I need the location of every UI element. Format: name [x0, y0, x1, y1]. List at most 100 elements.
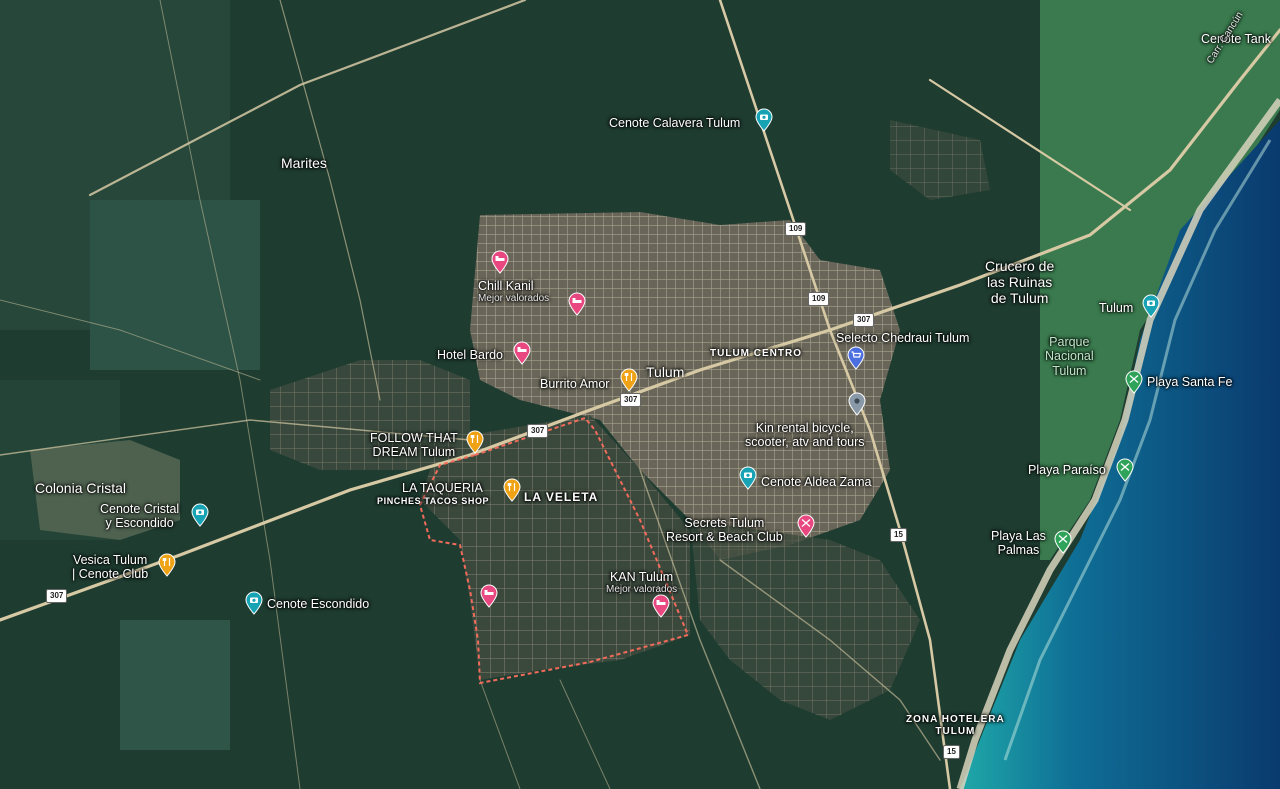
bed-icon: [480, 584, 498, 608]
bed-icon: [491, 250, 509, 274]
colonia-cristal-label[interactable]: Colonia Cristal: [35, 480, 126, 496]
selecto-chedraui-label[interactable]: Selecto Chedraui Tulum: [836, 331, 969, 345]
playa-las-palmas-line: Palmas: [997, 543, 1040, 558]
beach-umbrella-icon: [1054, 530, 1072, 554]
selecto-chedraui-shopping-pin[interactable]: [846, 346, 866, 370]
cenote-aldea-zama-photo-pin[interactable]: [738, 466, 758, 490]
kan-tulum-badge: Mejor valorados: [606, 584, 678, 596]
cenote-escondido-label[interactable]: Cenote Escondido: [267, 597, 369, 611]
beach-umbrella-icon: [1116, 458, 1134, 482]
crucero-ruinas-label[interactable]: Crucero de las Ruinas de Tulum: [985, 258, 1054, 306]
playa-paraiso-park-pin[interactable]: [1115, 458, 1135, 482]
chill-kanil-hotel-pin[interactable]: [490, 250, 510, 274]
tulum-ruins-photo-pin[interactable]: [1141, 294, 1161, 318]
route-15-shield: 15: [943, 745, 960, 759]
kin-rental-label[interactable]: Kin rental bicycle, scooter, atv and tou…: [745, 421, 865, 450]
crucero-ruinas-line: Crucero de: [985, 258, 1055, 274]
tulum-ruins-label[interactable]: Tulum: [1099, 301, 1133, 315]
hotel-bardo-label[interactable]: Hotel Bardo: [437, 348, 503, 362]
camera-icon: [245, 591, 263, 615]
cenote-cristal-label[interactable]: Cenote Cristal y Escondido: [100, 502, 179, 531]
parque-nacional-line: Parque: [1049, 335, 1090, 349]
bed-icon: [513, 341, 531, 365]
vesica-tulum-restaurant-pin[interactable]: [157, 553, 177, 577]
marites-label[interactable]: Marites: [281, 155, 327, 171]
hotel-bardo-pin[interactable]: [512, 341, 532, 365]
camera-icon: [755, 108, 773, 132]
beach-umbrella-icon: [1125, 370, 1143, 394]
cenote-cristal-photo-pin[interactable]: [190, 503, 210, 527]
chill-kanil-name: Chill Kanil: [478, 279, 534, 293]
playa-paraiso-label[interactable]: Playa Paraíso: [1028, 463, 1106, 477]
kan-tulum-label[interactable]: KAN Tulum Mejor valorados: [606, 570, 677, 596]
kin-rental-generic-pin[interactable]: [847, 392, 867, 416]
zona-hotelera-line: ZONA HOTELERA: [906, 714, 1005, 725]
camera-icon: [1142, 294, 1160, 318]
parque-nacional-label[interactable]: Parque Nacional Tulum: [1045, 335, 1094, 378]
cenote-calavera-photo-pin[interactable]: [754, 108, 774, 132]
parque-nacional-line: Tulum: [1052, 363, 1087, 378]
bed-icon: [652, 594, 670, 618]
cenote-cristal-line: Cenote Cristal: [100, 502, 180, 516]
playa-las-palmas-park-pin[interactable]: [1053, 530, 1073, 554]
forest-patch: [90, 200, 260, 370]
follow-that-dream-label[interactable]: FOLLOW THAT DREAM Tulum: [370, 431, 458, 460]
burrito-amor-restaurant-pin[interactable]: [619, 368, 639, 392]
route-307-shield: 307: [853, 313, 875, 327]
camera-icon: [191, 503, 209, 527]
crucero-ruinas-line: las Ruinas: [986, 274, 1053, 291]
route-109-shield: 109: [808, 292, 830, 306]
kan-tulum-hotel-pin[interactable]: [651, 594, 671, 618]
cenote-calavera-label[interactable]: Cenote Calavera Tulum: [609, 116, 740, 130]
cart-icon: [847, 346, 865, 370]
la-taqueria-restaurant-pin[interactable]: [502, 478, 522, 502]
parque-nacional-line: Nacional: [1045, 349, 1094, 364]
fork-knife-icon: [158, 553, 176, 577]
fork-knife-icon: [620, 368, 638, 392]
zona-hotelera-label[interactable]: ZONA HOTELERA TULUM: [906, 714, 1005, 737]
burrito-amor-label[interactable]: Burrito Amor: [540, 377, 609, 391]
cenote-tank-label[interactable]: Cenote Tank: [1201, 32, 1271, 46]
secrets-tulum-resort-pin[interactable]: [796, 514, 816, 538]
hotel-pin[interactable]: [567, 292, 587, 316]
playa-las-palmas-line: Playa Las: [991, 529, 1046, 543]
playa-santa-fe-label[interactable]: Playa Santa Fe: [1147, 375, 1232, 389]
place-icon: [848, 392, 866, 416]
secrets-tulum-line: Resort & Beach Club: [666, 530, 783, 545]
kin-rental-line: scooter, atv and tours: [745, 435, 865, 450]
beach-icon: [797, 514, 815, 538]
route-15-shield: 15: [890, 528, 907, 542]
fork-knife-icon: [466, 430, 484, 454]
tulum-town-label[interactable]: Tulum: [646, 364, 684, 380]
chill-kanil-label[interactable]: Chill Kanil Mejor valorados: [478, 279, 549, 305]
cenote-cristal-line: y Escondido: [105, 516, 174, 531]
follow-that-dream-line: FOLLOW THAT: [370, 431, 458, 445]
vesica-tulum-label[interactable]: Vesica Tulum | Cenote Club: [72, 553, 148, 582]
playa-santa-fe-park-pin[interactable]: [1124, 370, 1144, 394]
route-307-shield: 307: [620, 393, 642, 407]
route-109-shield: 109: [785, 222, 807, 236]
cenote-aldea-zama-label[interactable]: Cenote Aldea Zama: [761, 475, 872, 489]
crucero-ruinas-line: de Tulum: [990, 290, 1049, 307]
fork-knife-icon: [503, 478, 521, 502]
pinches-tacos-label[interactable]: PINCHES TACOS SHOP: [377, 496, 489, 506]
tulum-centro-label[interactable]: TULUM CENTRO: [710, 348, 802, 360]
la-veleta-label[interactable]: LA VELETA: [524, 490, 598, 505]
follow-that-dream-line: DREAM Tulum: [372, 445, 456, 460]
zona-hotelera-line: TULUM: [935, 725, 976, 737]
vesica-tulum-line: Vesica Tulum: [72, 553, 148, 567]
hotel-pin[interactable]: [479, 584, 499, 608]
route-307-shield: 307: [527, 424, 549, 438]
camera-icon: [739, 466, 757, 490]
follow-that-dream-restaurant-pin[interactable]: [465, 430, 485, 454]
cenote-escondido-photo-pin[interactable]: [244, 591, 264, 615]
kan-tulum-name: KAN Tulum: [609, 570, 674, 584]
bed-icon: [568, 292, 586, 316]
chill-kanil-badge: Mejor valorados: [478, 293, 550, 305]
la-taqueria-label[interactable]: LA TAQUERIA: [402, 481, 483, 495]
playa-las-palmas-label[interactable]: Playa Las Palmas: [991, 529, 1046, 558]
forest-patch: [120, 620, 230, 750]
kin-rental-line: Kin rental bicycle,: [755, 421, 854, 435]
route-307-shield: 307: [46, 589, 68, 603]
secrets-tulum-label[interactable]: Secrets Tulum Resort & Beach Club: [666, 516, 783, 545]
